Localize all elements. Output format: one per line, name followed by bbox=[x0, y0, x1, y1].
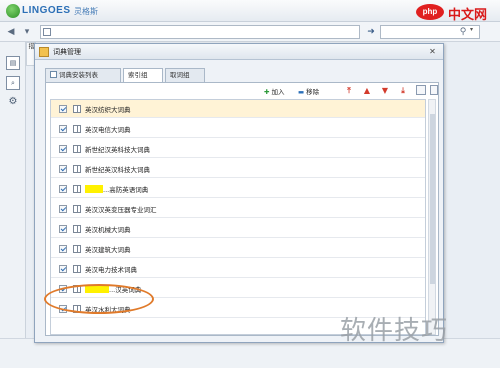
tab-capture-group[interactable]: 取词组 bbox=[165, 68, 205, 82]
dict-icon[interactable]: ▤ bbox=[6, 56, 20, 70]
page-icon bbox=[43, 28, 51, 36]
dictionary-name: ...高防英语词典 bbox=[85, 184, 148, 194]
watermark-logo: php 中文网 bbox=[414, 0, 500, 24]
list-item[interactable]: 英汉电力技术词典 bbox=[51, 260, 425, 278]
folder-icon bbox=[39, 47, 49, 57]
app-toolbar: ◀ ▾ ➜ ⚲ ▾ bbox=[0, 22, 500, 42]
list-toolbar: ✚ 加入 ▬ 移除 ⤒ ▲ ▼ ⤓ bbox=[46, 83, 438, 97]
view-list-icon[interactable] bbox=[430, 85, 438, 95]
settings-icon[interactable]: ⚙ bbox=[6, 96, 20, 110]
tab-label: 取词组 bbox=[170, 71, 190, 79]
checkbox[interactable] bbox=[59, 285, 67, 293]
dictionary-name: 新世纪英汉科技大词典 bbox=[85, 166, 150, 174]
checkbox[interactable] bbox=[59, 305, 67, 313]
move-bottom-icon[interactable]: ⤓ bbox=[398, 86, 408, 95]
dictionary-name: 新世纪汉英科技大词典 bbox=[85, 146, 150, 154]
dictionary-name: ...汉英词典 bbox=[85, 284, 141, 294]
redaction-mark bbox=[85, 185, 103, 193]
dictionary-manager-dialog: 词典管理 ✕ 词典安装列表 索引组 取词组 ✚加入 ▬移除 ⤒ ▲ ▼ ⤓ bbox=[34, 43, 444, 343]
move-top-icon[interactable]: ⤒ bbox=[344, 86, 354, 95]
tab-installed-list[interactable]: 词典安装列表 bbox=[45, 68, 121, 82]
search-icon[interactable]: ⌕ bbox=[6, 76, 20, 90]
book-icon bbox=[73, 125, 81, 133]
book-icon bbox=[73, 145, 81, 153]
app-brand-sub: 灵格斯 bbox=[74, 7, 98, 16]
checkbox[interactable] bbox=[59, 225, 67, 233]
list-item[interactable]: 英汉建筑大词典 bbox=[51, 240, 425, 258]
tab-index-group[interactable]: 索引组 bbox=[123, 68, 163, 83]
add-label: 加入 bbox=[271, 88, 285, 96]
scrollbar-thumb[interactable] bbox=[430, 114, 435, 284]
move-up-icon[interactable]: ▲ bbox=[362, 86, 372, 95]
list-item[interactable]: 英汉电信大词典 bbox=[51, 120, 425, 138]
dictionary-name: 英汉机械大词典 bbox=[85, 226, 131, 234]
dictionary-name: 英汉纺织大词典 bbox=[85, 106, 131, 114]
list-item[interactable]: 英汉汉英变压器专业词汇 bbox=[51, 200, 425, 218]
back-arrow-icon[interactable]: ◀ bbox=[4, 25, 18, 39]
checkbox[interactable] bbox=[59, 105, 67, 113]
checkbox[interactable] bbox=[59, 265, 67, 273]
list-item[interactable]: ...高防英语词典 bbox=[51, 180, 425, 198]
watermark-text: 中文网 bbox=[448, 8, 488, 23]
checkbox[interactable] bbox=[59, 245, 67, 253]
address-input[interactable] bbox=[40, 25, 360, 39]
checkbox[interactable] bbox=[59, 125, 67, 133]
close-icon[interactable]: ✕ bbox=[427, 46, 438, 57]
redaction-mark bbox=[85, 285, 109, 293]
checkbox[interactable] bbox=[59, 145, 67, 153]
list-icon bbox=[50, 71, 57, 78]
checkbox[interactable] bbox=[59, 185, 67, 193]
index-group-panel: ✚ 加入 ▬ 移除 ⤒ ▲ ▼ ⤓ 英汉纺织大词典 英汉电信大词典 新世纪汉英科… bbox=[45, 82, 439, 336]
list-item[interactable]: 英汉机械大词典 bbox=[51, 220, 425, 238]
dialog-title: 词典管理 bbox=[53, 48, 81, 56]
app-brand: LINGOES bbox=[22, 5, 71, 16]
watermark-oval: php bbox=[416, 4, 444, 20]
dictionary-name-text: ...汉英词典 bbox=[109, 286, 142, 294]
tab-label: 词典安装列表 bbox=[59, 71, 98, 79]
book-icon bbox=[73, 265, 81, 273]
book-icon bbox=[73, 245, 81, 253]
remove-button[interactable]: ▬ 移除 bbox=[298, 86, 319, 96]
checkbox[interactable] bbox=[59, 165, 67, 173]
book-icon bbox=[73, 205, 81, 213]
list-item[interactable]: 新世纪汉英科技大词典 bbox=[51, 140, 425, 158]
tab-label: 索引组 bbox=[128, 71, 148, 79]
book-icon bbox=[73, 305, 81, 313]
move-down-icon[interactable]: ▼ bbox=[380, 86, 390, 95]
dictionary-name: 英汉水利大词典 bbox=[85, 306, 131, 314]
add-icon: ✚ bbox=[264, 88, 270, 96]
book-icon bbox=[73, 165, 81, 173]
dictionary-name-text: ...高防英语词典 bbox=[103, 186, 149, 194]
dictionary-name: 英汉电力技术词典 bbox=[85, 266, 137, 274]
dictionary-name: 英汉建筑大词典 bbox=[85, 246, 131, 254]
watermark-bottom-text: 软件技巧 bbox=[340, 316, 449, 346]
left-sidebar: ▤ ⌕ ⚙ bbox=[0, 42, 26, 368]
list-scrollbar[interactable] bbox=[428, 99, 436, 335]
dialog-titlebar: 词典管理 ✕ bbox=[35, 44, 443, 60]
dictionary-list: 英汉纺织大词典 英汉电信大词典 新世纪汉英科技大词典 新世纪英汉科技大词典 .. bbox=[50, 99, 426, 335]
list-item[interactable]: 英汉纺织大词典 bbox=[51, 100, 425, 118]
go-arrow-icon[interactable]: ➜ bbox=[364, 25, 378, 39]
list-item[interactable]: ...汉英词典 bbox=[51, 280, 425, 298]
book-icon bbox=[73, 225, 81, 233]
remove-label: 移除 bbox=[306, 88, 320, 96]
dictionary-name: 英汉电信大词典 bbox=[85, 126, 131, 134]
add-button[interactable]: ✚ 加入 bbox=[264, 86, 284, 96]
search-icon[interactable]: ⚲ bbox=[456, 25, 470, 39]
view-details-icon[interactable] bbox=[416, 85, 426, 95]
search-dropdown-icon[interactable]: ▾ bbox=[470, 26, 473, 33]
list-item[interactable]: 新世纪英汉科技大词典 bbox=[51, 160, 425, 178]
book-icon bbox=[73, 285, 81, 293]
lingoes-logo-icon bbox=[6, 4, 20, 18]
forward-arrow-icon[interactable]: ▾ bbox=[20, 25, 34, 39]
book-icon bbox=[73, 105, 81, 113]
checkbox[interactable] bbox=[59, 205, 67, 213]
remove-icon: ▬ bbox=[298, 88, 305, 96]
dictionary-name: 英汉汉英变压器专业词汇 bbox=[85, 206, 157, 214]
book-icon bbox=[73, 185, 81, 193]
